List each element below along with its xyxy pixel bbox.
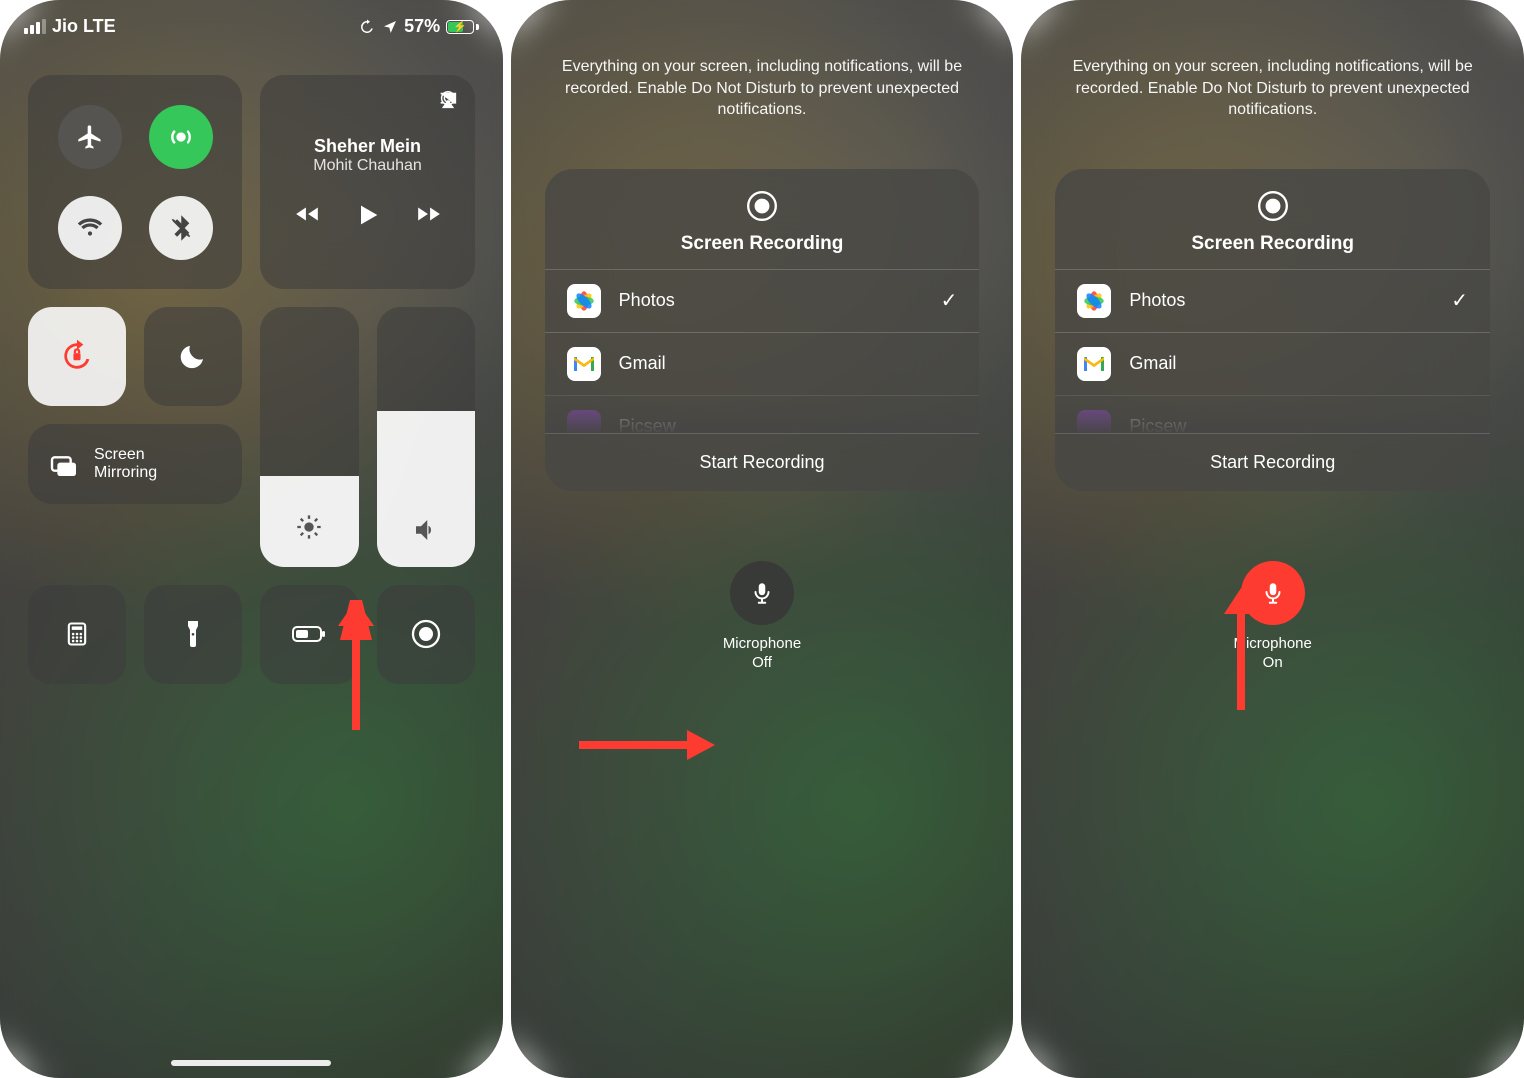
do-not-disturb-button[interactable] — [144, 307, 242, 405]
bluetooth-toggle[interactable] — [149, 196, 213, 260]
bluetooth-off-icon — [168, 215, 194, 241]
microphone-toggle[interactable] — [730, 561, 794, 625]
record-icon — [1256, 189, 1290, 223]
start-recording-button[interactable]: Start Recording — [1055, 433, 1490, 491]
recording-info: Everything on your screen, including not… — [511, 0, 1014, 121]
record-icon — [410, 618, 442, 650]
mirroring-icon — [48, 448, 80, 480]
status-bar: Jio LTE 57% ⚡ — [0, 0, 503, 47]
calculator-button[interactable] — [28, 585, 126, 683]
picsew-app-icon — [1077, 410, 1111, 433]
record-icon — [745, 189, 779, 223]
brightness-icon — [295, 513, 323, 541]
screen-record-button[interactable] — [377, 585, 475, 683]
phone-record-mic-off: Everything on your screen, including not… — [511, 0, 1014, 1078]
sheet-title: Screen Recording — [681, 233, 844, 255]
rotation-lock-button[interactable] — [28, 307, 126, 405]
annotation-arrow — [579, 720, 719, 770]
app-row-photos[interactable]: Photos ✓ — [1055, 269, 1490, 332]
phone-control-center: Jio LTE 57% ⚡ — [0, 0, 503, 1078]
check-icon: ✓ — [1451, 288, 1468, 313]
app-row-picsew[interactable]: Picsew — [1055, 395, 1490, 433]
recording-sheet: Screen Recording Photos ✓ Gmail Picsew S — [1055, 169, 1490, 491]
battery-pct: 57% — [404, 16, 440, 37]
airplane-mode-toggle[interactable] — [58, 105, 122, 169]
check-icon: ✓ — [941, 288, 958, 313]
airplay-icon[interactable] — [437, 89, 459, 111]
app-label: Gmail — [1129, 353, 1176, 374]
mic-label: MicrophoneOff — [723, 635, 801, 673]
calculator-icon — [63, 620, 91, 648]
app-label: Photos — [1129, 290, 1185, 311]
gmail-app-icon — [1077, 347, 1111, 381]
start-recording-button[interactable]: Start Recording — [545, 433, 980, 491]
battery-icon: ⚡ — [446, 20, 479, 34]
media-tile[interactable]: Sheher Mein Mohit Chauhan — [260, 75, 474, 289]
microphone-icon — [749, 580, 775, 606]
low-power-icon — [292, 624, 326, 644]
picsew-app-icon — [567, 410, 601, 433]
brightness-slider[interactable] — [260, 307, 358, 567]
screen-mirroring-label: Screen Mirroring — [94, 446, 157, 481]
flashlight-icon — [181, 619, 205, 649]
rotation-lock-icon — [60, 339, 94, 373]
lock-rotation-icon — [358, 18, 376, 36]
wifi-icon — [76, 214, 104, 242]
moon-icon — [178, 341, 208, 371]
sheet-title: Screen Recording — [1191, 233, 1354, 255]
play-icon[interactable] — [354, 201, 382, 229]
screen-mirroring-button[interactable]: Screen Mirroring — [28, 424, 242, 504]
photos-app-icon — [567, 284, 601, 318]
flashlight-button[interactable] — [144, 585, 242, 683]
microphone-icon — [1260, 580, 1286, 606]
low-power-button[interactable] — [260, 585, 358, 683]
home-indicator[interactable] — [171, 1060, 331, 1066]
app-label: Picsew — [619, 416, 676, 433]
next-icon[interactable] — [416, 201, 442, 227]
app-row-photos[interactable]: Photos ✓ — [545, 269, 980, 332]
photos-app-icon — [1077, 284, 1111, 318]
microphone-toggle[interactable] — [1241, 561, 1305, 625]
recording-sheet: Screen Recording Photos ✓ Gmail Picsew S — [545, 169, 980, 491]
wifi-toggle[interactable] — [58, 196, 122, 260]
recording-info: Everything on your screen, including not… — [1021, 0, 1524, 121]
app-row-gmail[interactable]: Gmail — [1055, 332, 1490, 395]
media-title: Sheher Mein — [282, 136, 452, 157]
app-label: Photos — [619, 290, 675, 311]
app-label: Picsew — [1129, 416, 1186, 433]
volume-slider[interactable] — [377, 307, 475, 567]
app-row-gmail[interactable]: Gmail — [545, 332, 980, 395]
cellular-icon — [167, 123, 195, 151]
volume-icon — [411, 515, 441, 545]
phone-record-mic-on: Everything on your screen, including not… — [1021, 0, 1524, 1078]
airplane-icon — [76, 123, 104, 151]
gmail-app-icon — [567, 347, 601, 381]
cellular-toggle[interactable] — [149, 105, 213, 169]
signal-icon — [24, 19, 46, 34]
media-artist: Mohit Chauhan — [282, 157, 452, 175]
mic-label: MicrophoneOn — [1233, 635, 1311, 673]
carrier-label: Jio LTE — [52, 16, 116, 37]
location-icon — [382, 19, 398, 35]
app-row-picsew[interactable]: Picsew — [545, 395, 980, 433]
previous-icon[interactable] — [294, 201, 320, 227]
connectivity-tile[interactable] — [28, 75, 242, 289]
app-label: Gmail — [619, 353, 666, 374]
